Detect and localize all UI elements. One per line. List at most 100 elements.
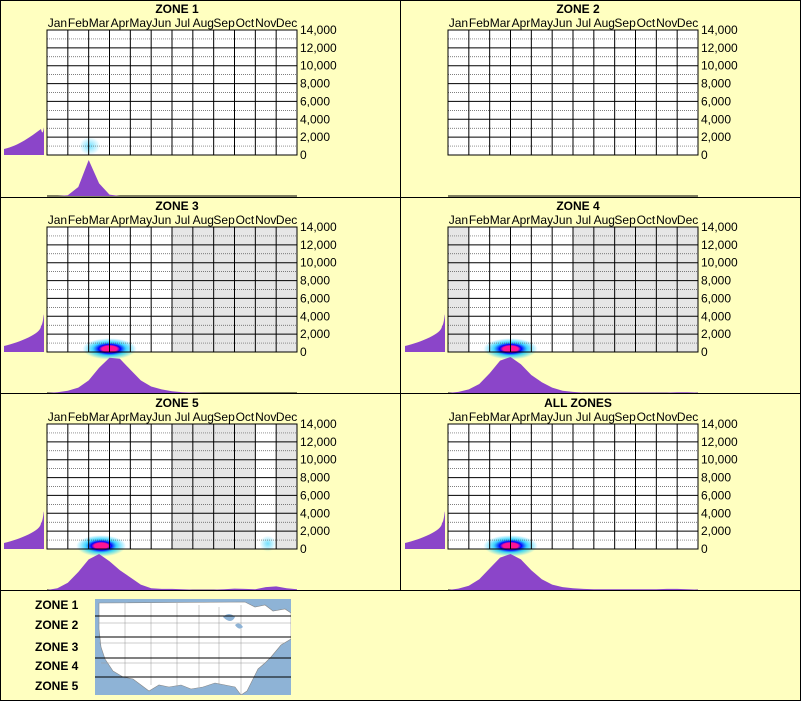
y-tick-label: 10,000 <box>300 453 337 467</box>
zone-legend-label-5: ZONE 5 <box>35 679 79 693</box>
month-label-dec: Dec <box>276 410 297 424</box>
elevation-distribution <box>405 314 445 352</box>
month-label-jan: Jan <box>449 16 468 30</box>
month-label-apr: Apr <box>512 410 531 424</box>
month-label-nov: Nov <box>656 16 677 30</box>
chart-title: ALL ZONES <box>544 396 612 410</box>
month-label-mar: Mar <box>490 16 511 30</box>
y-tick-label: 2,000 <box>701 327 731 341</box>
y-tick-label: 0 <box>300 542 307 556</box>
zone-legend-label-4: ZONE 4 <box>35 659 79 673</box>
month-label-jan: Jan <box>449 410 468 424</box>
month-label-may: May <box>129 410 152 424</box>
chart-panel-5: ZONE 5 Jan Feb Mar Apr May Jun Jul Aug Sep Oct Nov D… <box>4 396 337 591</box>
month-label-mar: Mar <box>89 410 110 424</box>
y-tick-label: 14,000 <box>701 417 738 431</box>
month-distribution <box>448 554 698 590</box>
y-tick-label: 0 <box>300 148 307 162</box>
us-zone-map <box>95 599 291 695</box>
y-tick-label: 0 <box>701 148 708 162</box>
month-label-feb: Feb <box>469 16 490 30</box>
y-tick-label: 14,000 <box>300 417 337 431</box>
y-tick-label: 10,000 <box>701 256 738 270</box>
month-label-oct: Oct <box>637 213 656 227</box>
month-label-dec: Dec <box>677 410 698 424</box>
y-tick-label: 10,000 <box>300 59 337 73</box>
month-label-may: May <box>129 213 152 227</box>
chart-panel-3: ZONE 3 Jan Feb Mar Apr May Jun Jul Aug Sep Oct Nov D… <box>4 199 337 394</box>
chart-title: ZONE 3 <box>155 199 199 213</box>
month-distribution <box>47 357 297 393</box>
month-label-mar: Mar <box>89 16 110 30</box>
chart-title: ZONE 1 <box>155 2 199 16</box>
month-label-feb: Feb <box>68 213 89 227</box>
month-label-nov: Nov <box>255 213 276 227</box>
y-tick-label: 14,000 <box>300 23 337 37</box>
y-tick-label: 12,000 <box>701 435 738 449</box>
month-label-jun: Jun <box>152 16 171 30</box>
month-label-jun: Jun <box>553 410 572 424</box>
month-label-jun: Jun <box>553 213 572 227</box>
y-tick-label: 8,000 <box>300 471 330 485</box>
month-label-oct: Oct <box>236 410 255 424</box>
month-label-mar: Mar <box>89 213 110 227</box>
month-label-may: May <box>530 16 553 30</box>
chart-title: ZONE 4 <box>556 199 600 213</box>
y-tick-label: 10,000 <box>701 453 738 467</box>
month-label-aug: Aug <box>193 410 214 424</box>
month-label-sep: Sep <box>213 410 235 424</box>
month-label-aug: Aug <box>193 16 214 30</box>
month-label-sep: Sep <box>614 16 636 30</box>
month-label-sep: Sep <box>213 16 235 30</box>
month-label-jul: Jul <box>576 213 591 227</box>
month-label-sep: Sep <box>614 213 636 227</box>
y-tick-label: 8,000 <box>300 274 330 288</box>
month-label-feb: Feb <box>469 410 490 424</box>
month-label-dec: Dec <box>677 16 698 30</box>
month-label-apr: Apr <box>111 410 130 424</box>
y-tick-label: 6,000 <box>300 291 330 305</box>
month-label-feb: Feb <box>68 410 89 424</box>
y-tick-label: 8,000 <box>300 77 330 91</box>
chart-title: ZONE 5 <box>155 396 199 410</box>
month-label-mar: Mar <box>490 213 511 227</box>
month-label-aug: Aug <box>594 16 615 30</box>
y-tick-label: 12,000 <box>701 41 738 55</box>
y-tick-label: 0 <box>300 345 307 359</box>
elevation-distribution <box>4 511 44 549</box>
y-tick-label: 12,000 <box>300 41 337 55</box>
month-label-dec: Dec <box>276 213 297 227</box>
month-label-nov: Nov <box>255 410 276 424</box>
month-label-dec: Dec <box>677 213 698 227</box>
y-tick-label: 2,000 <box>300 130 330 144</box>
y-tick-label: 0 <box>701 542 708 556</box>
y-tick-label: 4,000 <box>701 309 731 323</box>
y-tick-label: 14,000 <box>701 220 738 234</box>
month-distribution <box>47 160 297 196</box>
y-tick-label: 2,000 <box>701 524 731 538</box>
month-label-may: May <box>530 410 553 424</box>
zone-legend-label-2: ZONE 2 <box>35 618 79 632</box>
month-label-jan: Jan <box>48 16 67 30</box>
y-tick-label: 12,000 <box>300 435 337 449</box>
month-label-apr: Apr <box>111 16 130 30</box>
heat-spot-1 <box>76 535 127 557</box>
chart-panel-4: ZONE 4 Jan Feb Mar Apr May Jun Jul Aug Sep Oct Nov D… <box>405 199 738 394</box>
y-tick-label: 10,000 <box>701 59 738 73</box>
month-label-nov: Nov <box>656 213 677 227</box>
elevation-distribution <box>4 314 44 352</box>
month-label-jul: Jul <box>576 410 591 424</box>
y-tick-label: 4,000 <box>701 112 731 126</box>
month-label-dec: Dec <box>276 16 297 30</box>
y-tick-label: 2,000 <box>300 327 330 341</box>
y-tick-label: 4,000 <box>701 506 731 520</box>
y-tick-label: 12,000 <box>300 238 337 252</box>
y-tick-label: 6,000 <box>300 488 330 502</box>
y-tick-label: 4,000 <box>300 112 330 126</box>
elevation-distribution <box>4 127 44 155</box>
month-distribution <box>47 554 297 590</box>
y-tick-label: 8,000 <box>701 471 731 485</box>
month-label-apr: Apr <box>512 16 531 30</box>
month-label-may: May <box>129 16 152 30</box>
month-label-sep: Sep <box>213 213 235 227</box>
